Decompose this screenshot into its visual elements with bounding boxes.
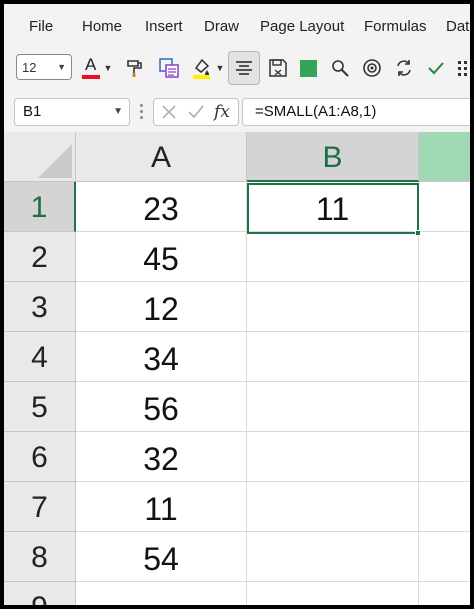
tab-page-layout[interactable]: Page Layout [260, 18, 344, 35]
chevron-down-icon[interactable]: ▼ [214, 52, 226, 84]
find-icon[interactable] [328, 52, 352, 84]
name-box[interactable]: B1 ▼ [14, 98, 130, 126]
cell-a3[interactable]: 12 [76, 282, 247, 332]
align-center-icon[interactable] [228, 51, 260, 85]
chevron-down-icon[interactable]: ▼ [102, 52, 114, 84]
font-size-dropdown[interactable]: 12 ▼ [16, 54, 72, 80]
cell-a8[interactable]: 54 [76, 532, 247, 582]
ribbon-toolbar: 12 ▼ A ▼ ▼ [4, 46, 470, 92]
cell-c7[interactable] [419, 482, 470, 532]
cell-c5[interactable] [419, 382, 470, 432]
spreadsheet-grid: A B 1 2 3 4 5 6 7 8 9 23 45 12 34 56 32 … [4, 132, 470, 605]
formula-buttons: fx [153, 98, 239, 126]
select-all-corner[interactable] [4, 132, 76, 182]
cell-b3[interactable] [247, 282, 419, 332]
cell-b7[interactable] [247, 482, 419, 532]
tab-insert[interactable]: Insert [145, 18, 183, 35]
formula-input[interactable]: =SMALL(A1:A8,1) [242, 98, 470, 126]
cell-a6[interactable]: 32 [76, 432, 247, 482]
cell-a9[interactable] [76, 582, 247, 605]
cell-b9[interactable] [247, 582, 419, 605]
column-header-b[interactable]: B [247, 132, 419, 182]
insert-function-icon[interactable]: fx [214, 102, 230, 122]
row-header-3[interactable]: 3 [4, 282, 76, 332]
cell-c2[interactable] [419, 232, 470, 282]
excel-window: File Home Insert Draw Page Layout Formul… [4, 4, 470, 605]
column-header-a[interactable]: A [76, 132, 247, 182]
tab-home[interactable]: Home [82, 18, 122, 35]
cell-b6[interactable] [247, 432, 419, 482]
cell-c3[interactable] [419, 282, 470, 332]
cell-a7[interactable]: 11 [76, 482, 247, 532]
row-header-5[interactable]: 5 [4, 382, 76, 432]
chevron-down-icon: ▼ [57, 62, 66, 72]
cell-a1[interactable]: 23 [76, 182, 247, 232]
name-box-value: B1 [23, 103, 42, 120]
cell-b4[interactable] [247, 332, 419, 382]
cancel-icon[interactable] [161, 104, 177, 125]
tab-file[interactable]: File [29, 18, 53, 35]
row-header-8[interactable]: 8 [4, 532, 76, 582]
enter-check-icon[interactable] [187, 104, 205, 125]
tab-formulas[interactable]: Formulas [364, 18, 427, 35]
row-header-6[interactable]: 6 [4, 432, 76, 482]
drag-handle-icon[interactable] [140, 104, 144, 120]
column-header-c[interactable] [419, 132, 470, 182]
font-color-icon[interactable]: A [80, 52, 102, 84]
cell-c9[interactable] [419, 582, 470, 605]
format-painter-icon[interactable] [123, 52, 147, 84]
row-header-4[interactable]: 4 [4, 332, 76, 382]
chevron-down-icon[interactable]: ▼ [113, 99, 123, 125]
cell-a4[interactable]: 34 [76, 332, 247, 382]
cell-c1[interactable] [419, 182, 470, 232]
refresh-icon[interactable] [392, 52, 416, 84]
fill-handle[interactable] [415, 230, 421, 236]
cell-b8[interactable] [247, 532, 419, 582]
grid-icon[interactable] [456, 52, 470, 84]
fill-color-icon[interactable] [296, 52, 320, 84]
formula-bar: B1 ▼ fx =SMALL(A1:A8,1) [4, 92, 470, 132]
target-icon[interactable] [360, 52, 384, 84]
cell-c4[interactable] [419, 332, 470, 382]
menu-bar: File Home Insert Draw Page Layout Formul… [4, 4, 470, 46]
save-icon[interactable] [266, 52, 290, 84]
tab-data[interactable]: Dat [446, 18, 469, 35]
highlight-fill-icon[interactable] [190, 52, 214, 84]
row-header-1[interactable]: 1 [4, 182, 76, 232]
cell-c6[interactable] [419, 432, 470, 482]
row-header-7[interactable]: 7 [4, 482, 76, 532]
font-size-value: 12 [22, 59, 37, 75]
tab-draw[interactable]: Draw [204, 18, 239, 35]
cell-a2[interactable]: 45 [76, 232, 247, 282]
cell-b1[interactable]: 11 [247, 182, 419, 232]
row-header-2[interactable]: 2 [4, 232, 76, 282]
check-icon[interactable] [424, 52, 448, 84]
cell-b5[interactable] [247, 382, 419, 432]
cell-c8[interactable] [419, 532, 470, 582]
cell-b2[interactable] [247, 232, 419, 282]
cell-a5[interactable]: 56 [76, 382, 247, 432]
conditional-format-icon[interactable] [156, 52, 182, 84]
row-header-9[interactable]: 9 [4, 582, 76, 605]
